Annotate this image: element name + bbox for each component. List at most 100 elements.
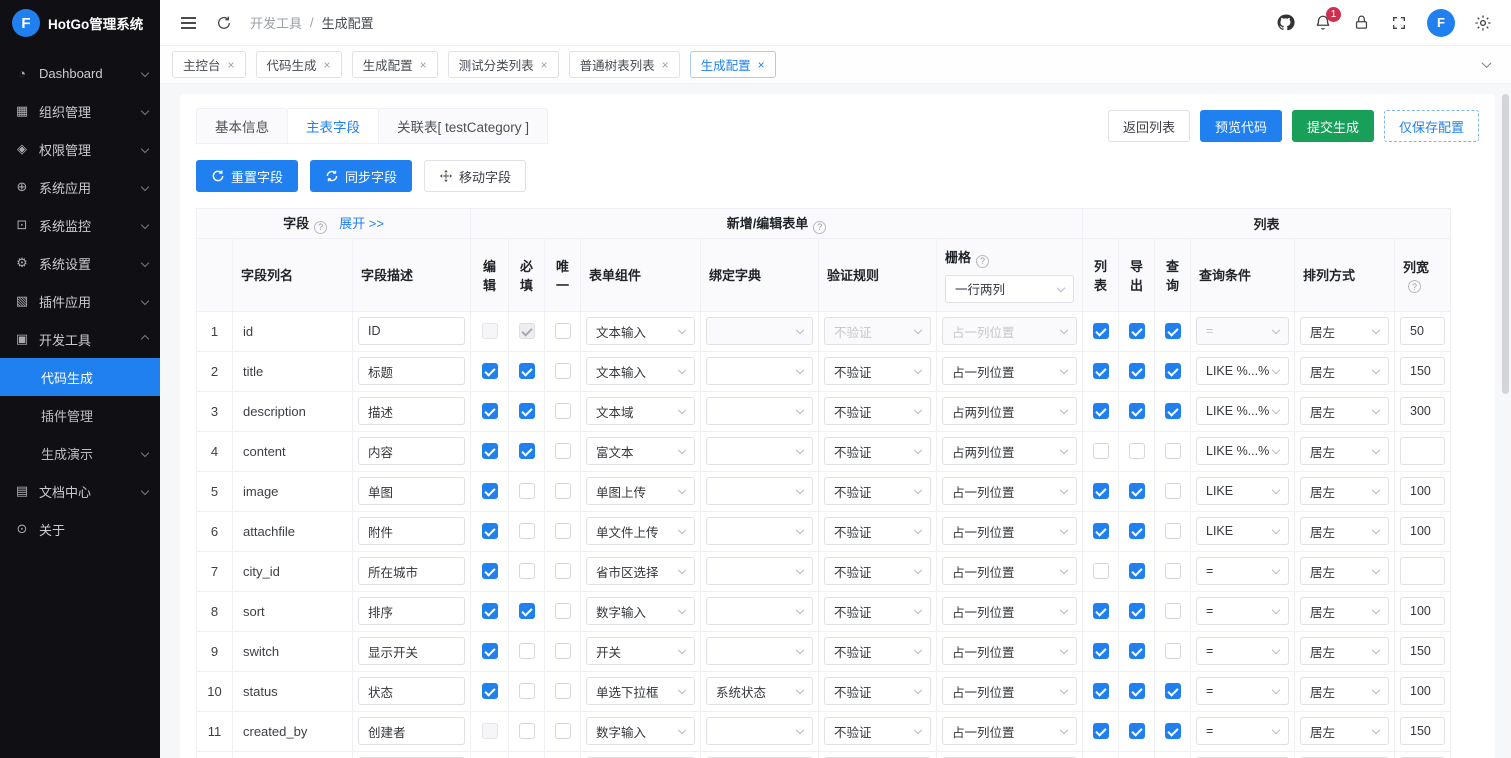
page-tab-4[interactable]: 普通树表列表× (569, 51, 680, 78)
page-tab-2[interactable]: 生成配置× (352, 51, 438, 78)
edit-checkbox[interactable] (482, 643, 498, 659)
save-config-button[interactable]: 仅保存配置 (1384, 110, 1479, 142)
help-icon[interactable]: ? (976, 255, 989, 268)
close-icon[interactable]: × (662, 59, 669, 71)
query-checkbox[interactable] (1165, 603, 1181, 619)
query-checkbox[interactable] (1165, 483, 1181, 499)
export-checkbox[interactable] (1129, 563, 1145, 579)
validation-select[interactable]: 不验证 (824, 517, 931, 545)
move-fields-button[interactable]: 移动字段 (424, 160, 526, 192)
align-select[interactable]: 居左 (1300, 557, 1389, 585)
sidebar-item-dashboard[interactable]: ◔Dashboard (0, 54, 160, 92)
align-select[interactable]: 居左 (1300, 597, 1389, 625)
component-select[interactable]: 单选下拉框 (586, 677, 695, 705)
dict-select[interactable] (706, 397, 813, 425)
tabs-menu-button[interactable] (1473, 52, 1499, 78)
close-icon[interactable]: × (324, 59, 331, 71)
component-select[interactable]: 文本输入 (586, 317, 695, 345)
validation-select[interactable]: 不验证 (824, 637, 931, 665)
component-select[interactable]: 文本域 (586, 397, 695, 425)
close-icon[interactable]: × (420, 59, 427, 71)
page-tab-3[interactable]: 测试分类列表× (448, 51, 559, 78)
edit-checkbox[interactable] (482, 603, 498, 619)
page-tab-5[interactable]: 生成配置× (690, 51, 776, 78)
help-icon[interactable]: ? (813, 221, 826, 234)
dict-select[interactable] (706, 717, 813, 745)
edit-checkbox[interactable] (482, 523, 498, 539)
field-desc-input[interactable] (358, 437, 465, 465)
query-checkbox[interactable] (1165, 443, 1181, 459)
fullscreen-icon[interactable] (1389, 13, 1409, 33)
sidebar-item-devtools[interactable]: ▣开发工具 (0, 320, 160, 358)
query-checkbox[interactable] (1165, 363, 1181, 379)
align-select[interactable]: 居左 (1300, 477, 1389, 505)
back-to-list-button[interactable]: 返回列表 (1108, 110, 1190, 142)
condition-select[interactable]: = (1196, 557, 1289, 585)
field-desc-input[interactable] (358, 557, 465, 585)
width-input[interactable] (1400, 357, 1445, 385)
list-checkbox[interactable] (1093, 683, 1109, 699)
list-checkbox[interactable] (1093, 523, 1109, 539)
grid-select[interactable]: 占一列位置 (942, 557, 1077, 585)
edit-checkbox[interactable] (482, 363, 498, 379)
export-checkbox[interactable] (1129, 483, 1145, 499)
unique-checkbox[interactable] (555, 683, 571, 699)
edit-checkbox[interactable] (482, 403, 498, 419)
align-select[interactable]: 居左 (1300, 717, 1389, 745)
github-icon[interactable] (1275, 13, 1295, 33)
export-checkbox[interactable] (1129, 603, 1145, 619)
align-select[interactable]: 居左 (1300, 437, 1389, 465)
align-select[interactable]: 居左 (1300, 677, 1389, 705)
close-icon[interactable]: × (228, 59, 235, 71)
grid-select[interactable]: 占两列位置 (942, 397, 1077, 425)
expand-link[interactable]: 展开 >> (339, 216, 384, 231)
align-select[interactable]: 居左 (1300, 637, 1389, 665)
grid-select[interactable]: 占一列位置 (942, 677, 1077, 705)
close-icon[interactable]: × (541, 59, 548, 71)
app-logo[interactable]: F HotGo管理系统 (0, 0, 160, 46)
field-desc-input[interactable] (358, 597, 465, 625)
condition-select[interactable]: = (1196, 637, 1289, 665)
help-icon[interactable]: ? (1408, 280, 1421, 293)
export-checkbox[interactable] (1129, 323, 1145, 339)
required-checkbox[interactable] (519, 683, 535, 699)
page-scrollbar[interactable] (1502, 94, 1509, 394)
edit-checkbox[interactable] (482, 683, 498, 699)
query-checkbox[interactable] (1165, 683, 1181, 699)
condition-select[interactable]: LIKE %...% (1196, 357, 1289, 385)
validation-select[interactable]: 不验证 (824, 437, 931, 465)
align-select[interactable]: 居左 (1300, 357, 1389, 385)
dict-select[interactable] (706, 557, 813, 585)
required-checkbox[interactable] (519, 603, 535, 619)
dict-select[interactable]: 系统状态 (706, 677, 813, 705)
required-checkbox[interactable] (519, 723, 535, 739)
dict-select[interactable] (706, 517, 813, 545)
required-checkbox[interactable] (519, 443, 535, 459)
dict-select[interactable] (706, 597, 813, 625)
unique-checkbox[interactable] (555, 523, 571, 539)
validation-select[interactable]: 不验证 (824, 557, 931, 585)
unique-checkbox[interactable] (555, 563, 571, 579)
required-checkbox[interactable] (519, 523, 535, 539)
submit-generate-button[interactable]: 提交生成 (1292, 110, 1374, 142)
validation-select[interactable]: 不验证 (824, 477, 931, 505)
query-checkbox[interactable] (1165, 323, 1181, 339)
export-checkbox[interactable] (1129, 403, 1145, 419)
query-checkbox[interactable] (1165, 523, 1181, 539)
list-checkbox[interactable] (1093, 363, 1109, 379)
user-avatar[interactable]: F (1427, 9, 1455, 37)
export-checkbox[interactable] (1129, 643, 1145, 659)
query-checkbox[interactable] (1165, 403, 1181, 419)
query-checkbox[interactable] (1165, 643, 1181, 659)
edit-checkbox[interactable] (482, 443, 498, 459)
unique-checkbox[interactable] (555, 603, 571, 619)
grid-select[interactable]: 占一列位置 (942, 517, 1077, 545)
required-checkbox[interactable] (519, 403, 535, 419)
field-desc-input[interactable] (358, 317, 465, 345)
component-select[interactable]: 富文本 (586, 437, 695, 465)
unique-checkbox[interactable] (555, 443, 571, 459)
page-tab-1[interactable]: 代码生成× (256, 51, 342, 78)
width-input[interactable] (1400, 677, 1445, 705)
field-desc-input[interactable] (358, 357, 465, 385)
export-checkbox[interactable] (1129, 683, 1145, 699)
